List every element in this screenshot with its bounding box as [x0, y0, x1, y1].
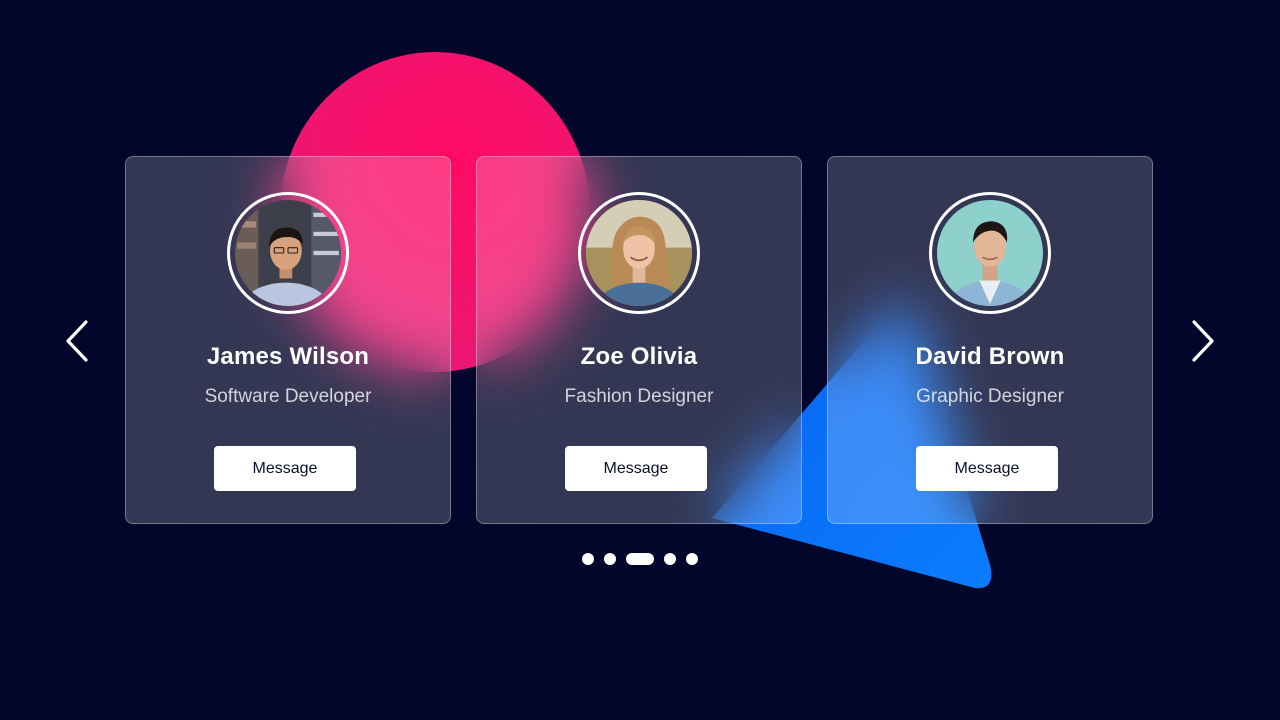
chevron-left-icon	[66, 320, 88, 362]
message-button[interactable]: Message	[916, 446, 1058, 491]
avatar	[586, 200, 692, 306]
message-button[interactable]: Message	[565, 446, 707, 491]
person-photo-icon	[937, 200, 1043, 306]
person-role: Fashion Designer	[564, 386, 714, 407]
avatar-frame	[227, 192, 349, 314]
message-button[interactable]: Message	[214, 446, 356, 491]
pagination-dot-active[interactable]	[626, 553, 654, 565]
carousel-stage: James Wilson Software Developer Message	[0, 0, 1280, 720]
avatar	[235, 200, 341, 306]
person-photo-icon	[586, 200, 692, 306]
avatar-frame	[929, 192, 1051, 314]
pagination-dot[interactable]	[582, 553, 594, 565]
person-photo-icon	[235, 200, 341, 306]
profile-card: James Wilson Software Developer Message	[125, 156, 451, 524]
profile-card: Zoe Olivia Fashion Designer Message	[476, 156, 802, 524]
carousel-pagination	[0, 552, 1280, 566]
profile-card: David Brown Graphic Designer Message	[827, 156, 1153, 524]
person-role: Graphic Designer	[916, 386, 1064, 407]
chevron-right-icon	[1192, 320, 1214, 362]
pagination-dot[interactable]	[686, 553, 698, 565]
pagination-dot[interactable]	[664, 553, 676, 565]
avatar	[937, 200, 1043, 306]
person-role: Software Developer	[204, 386, 372, 407]
person-name: David Brown	[915, 343, 1065, 370]
pagination-dot[interactable]	[604, 553, 616, 565]
avatar-frame	[578, 192, 700, 314]
carousel-prev-button[interactable]	[58, 316, 98, 366]
person-name: James Wilson	[206, 343, 370, 370]
carousel-next-button[interactable]	[1182, 316, 1222, 366]
person-name: Zoe Olivia	[580, 343, 698, 370]
